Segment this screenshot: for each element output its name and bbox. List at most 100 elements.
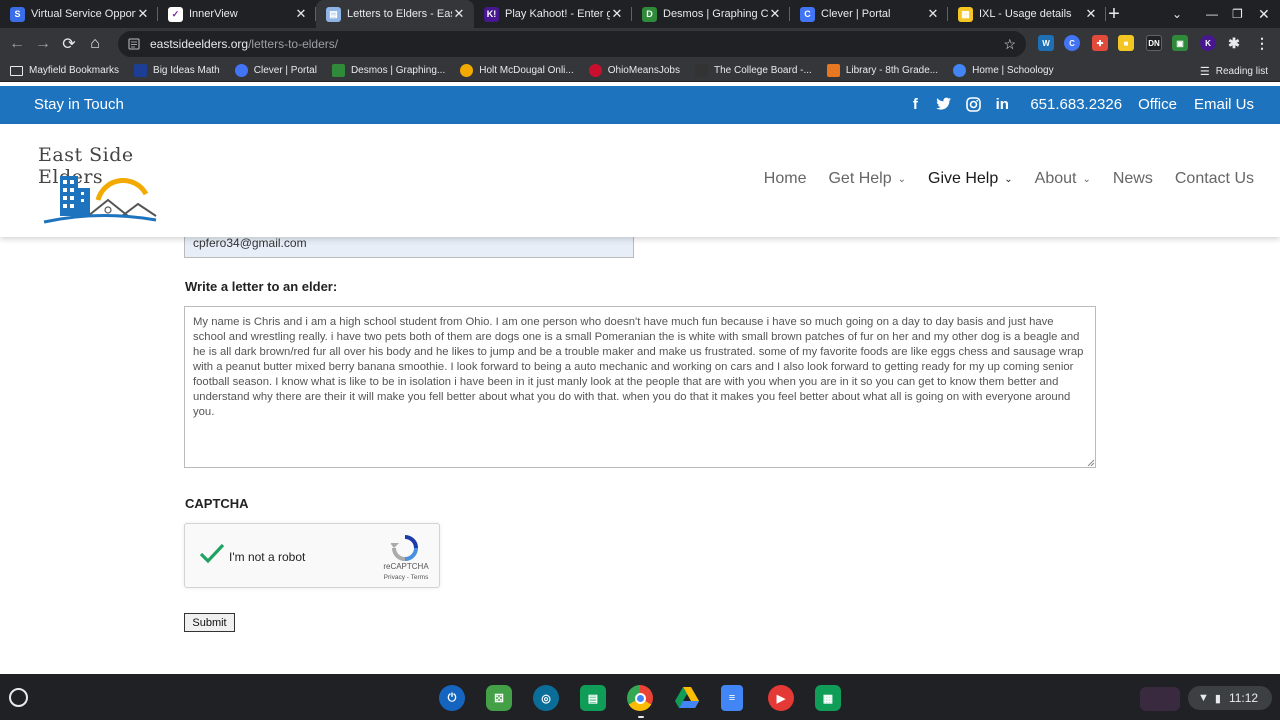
nav-give-help-label: Give Help xyxy=(928,170,999,187)
tab-close-icon[interactable]: ✕ xyxy=(294,6,308,22)
phone-link[interactable]: 651.683.2326 xyxy=(1030,96,1122,113)
instagram-icon[interactable] xyxy=(964,95,982,113)
tab-favicon-icon: S xyxy=(10,6,25,22)
facebook-icon[interactable]: f xyxy=(906,95,924,113)
tab-title: Virtual Service Opport xyxy=(31,8,136,20)
bookmark-item[interactable]: Big Ideas Math xyxy=(134,64,220,77)
bookmark-label: Holt McDougal Onli... xyxy=(479,65,574,76)
minimize-icon[interactable]: — xyxy=(1206,0,1218,28)
tab-close-icon[interactable]: ✕ xyxy=(1084,6,1098,22)
extension-notes-icon[interactable]: ■ xyxy=(1118,35,1134,51)
recaptcha-privacy-terms[interactable]: Privacy - Terms xyxy=(373,574,439,581)
east-side-elders-logo[interactable]: East Side Elders xyxy=(28,134,180,226)
new-tab-button[interactable]: + xyxy=(1100,0,1128,28)
chevron-down-icon: ⌄ xyxy=(1004,173,1013,185)
bookmark-item[interactable]: Clever | Portal xyxy=(234,64,317,77)
twitter-icon[interactable] xyxy=(935,95,953,113)
extension-dn-icon[interactable]: DN xyxy=(1146,35,1162,51)
youtube-music-app-icon[interactable]: ▶ xyxy=(768,685,794,711)
sheets-app-icon[interactable]: ▦ xyxy=(815,685,841,711)
extension-screen-icon[interactable]: ▣ xyxy=(1172,35,1188,51)
browser-tab[interactable]: K! Play Kahoot! - Enter g ✕ xyxy=(474,0,632,28)
browser-tab[interactable]: ▤ Letters to Elders - East ✕ xyxy=(316,0,474,28)
letter-form: cpfero34@gmail.com Write a letter to an … xyxy=(0,237,1280,674)
email-field[interactable]: cpfero34@gmail.com xyxy=(184,237,634,258)
linkedin-icon[interactable]: in xyxy=(993,95,1011,113)
bookmark-item[interactable]: Library - 8th Grade... xyxy=(826,64,938,77)
browser-menu-icon[interactable]: ⋮ xyxy=(1254,35,1270,51)
address-bar[interactable]: eastsideelders.org/letters-to-elders/ ☆ xyxy=(118,31,1026,57)
tab-close-icon[interactable]: ✕ xyxy=(452,6,466,22)
bookmark-label: Home | Schoology xyxy=(972,65,1054,76)
extensions-puzzle-icon[interactable]: ✱ xyxy=(1226,35,1242,51)
extension-wsc-icon[interactable]: W xyxy=(1038,35,1054,51)
checkmark-icon[interactable] xyxy=(199,542,225,564)
docs-app-icon[interactable]: ≡ xyxy=(721,685,743,711)
browser-tab[interactable]: ✓ InnerView ✕ xyxy=(158,0,316,28)
reading-list-button[interactable]: ☰ Reading list xyxy=(1200,60,1268,82)
browser-tab[interactable]: S Virtual Service Opport ✕ xyxy=(0,0,158,28)
browser-tab[interactable]: D Desmos | Graphing Ca ✕ xyxy=(632,0,790,28)
ohio-icon xyxy=(588,64,602,77)
extension-clever-icon[interactable]: C xyxy=(1064,35,1080,51)
launcher-icon[interactable] xyxy=(9,688,28,707)
extension-k-icon[interactable]: K xyxy=(1200,35,1216,51)
bookmark-item[interactable]: Mayfield Bookmarks xyxy=(10,65,119,76)
desmos-icon xyxy=(331,64,345,77)
url-host: eastsideelders.org xyxy=(150,37,249,51)
nav-get-help[interactable]: Get Help ⌄ xyxy=(828,170,906,188)
site-info-icon[interactable] xyxy=(128,38,140,50)
nav-about[interactable]: About ⌄ xyxy=(1035,170,1091,188)
forward-icon[interactable]: → xyxy=(30,31,56,57)
tab-close-icon[interactable]: ✕ xyxy=(768,6,782,22)
library-icon xyxy=(826,64,840,77)
tab-close-icon[interactable]: ✕ xyxy=(136,6,150,22)
bookmark-item[interactable]: Desmos | Graphing... xyxy=(331,64,445,77)
reading-list-icon: ☰ xyxy=(1199,65,1210,78)
bookmark-item[interactable]: Home | Schoology xyxy=(953,64,1054,77)
bookmark-label: Big Ideas Math xyxy=(153,65,220,76)
power-app-icon[interactable]: ⏻ xyxy=(439,685,465,711)
browser-tab[interactable]: C Clever | Portal ✕ xyxy=(790,0,948,28)
office-link[interactable]: Office xyxy=(1138,96,1177,113)
extension-badge-icon[interactable]: ✚ xyxy=(1092,35,1108,51)
browser-toolbar: ← → ⟳ ⌂ eastsideelders.org/letters-to-el… xyxy=(0,28,1280,60)
submit-button[interactable]: Submit xyxy=(184,613,235,632)
resize-grip-icon[interactable] xyxy=(1087,459,1095,467)
camera-app-icon[interactable]: ◎ xyxy=(533,685,559,711)
nav-home[interactable]: Home xyxy=(764,170,807,188)
status-area[interactable]: ▼ ▮ 11:12 xyxy=(1188,686,1272,710)
letter-textarea[interactable]: My name is Chris and i am a high school … xyxy=(184,306,1096,468)
bookmark-star-icon[interactable]: ☆ xyxy=(1003,36,1016,53)
bookmark-item[interactable]: The College Board -... xyxy=(695,64,812,77)
tab-favicon-icon: K! xyxy=(484,6,499,22)
screen-capture-thumbnail[interactable] xyxy=(1140,687,1180,711)
drive-app-icon[interactable] xyxy=(674,685,700,711)
dice-app-icon[interactable]: ⚄ xyxy=(486,685,512,711)
home-icon[interactable]: ⌂ xyxy=(82,31,108,57)
tab-close-icon[interactable]: ✕ xyxy=(926,6,940,22)
nav-news[interactable]: News xyxy=(1113,170,1153,188)
os-shelf: ⏻ ⚄ ◎ ▤ ≡ ▶ ▦ ▼ ▮ 11:12 xyxy=(0,674,1280,720)
reading-list-label: Reading list xyxy=(1215,65,1268,77)
nav-give-help[interactable]: Give Help ⌄ xyxy=(928,170,1013,188)
nav-about-label: About xyxy=(1034,170,1077,187)
tab-title: InnerView xyxy=(189,8,238,20)
bookmark-item[interactable]: OhioMeansJobs xyxy=(588,64,680,77)
nav-contact-us[interactable]: Contact Us xyxy=(1175,170,1254,188)
tab-search-icon[interactable]: ⌄ xyxy=(1172,0,1182,28)
chrome-app-icon[interactable] xyxy=(627,685,653,711)
browser-tab[interactable]: ▦ IXL - Usage details ✕ xyxy=(948,0,1106,28)
back-icon[interactable]: ← xyxy=(4,31,30,57)
classroom-app-icon[interactable]: ▤ xyxy=(580,685,606,711)
tab-close-icon[interactable]: ✕ xyxy=(610,6,624,22)
restore-icon[interactable]: ❐ xyxy=(1232,0,1243,28)
url-path: /letters-to-elders/ xyxy=(248,37,339,51)
email-us-link[interactable]: Email Us xyxy=(1194,96,1254,113)
nav-contact-label: Contact Us xyxy=(1174,170,1254,187)
bookmark-item[interactable]: Holt McDougal Onli... xyxy=(460,64,574,77)
tab-title: IXL - Usage details xyxy=(979,8,1072,20)
reload-icon[interactable]: ⟳ xyxy=(56,31,82,57)
close-window-icon[interactable]: ✕ xyxy=(1258,0,1270,28)
recaptcha-logo-icon xyxy=(391,535,418,561)
